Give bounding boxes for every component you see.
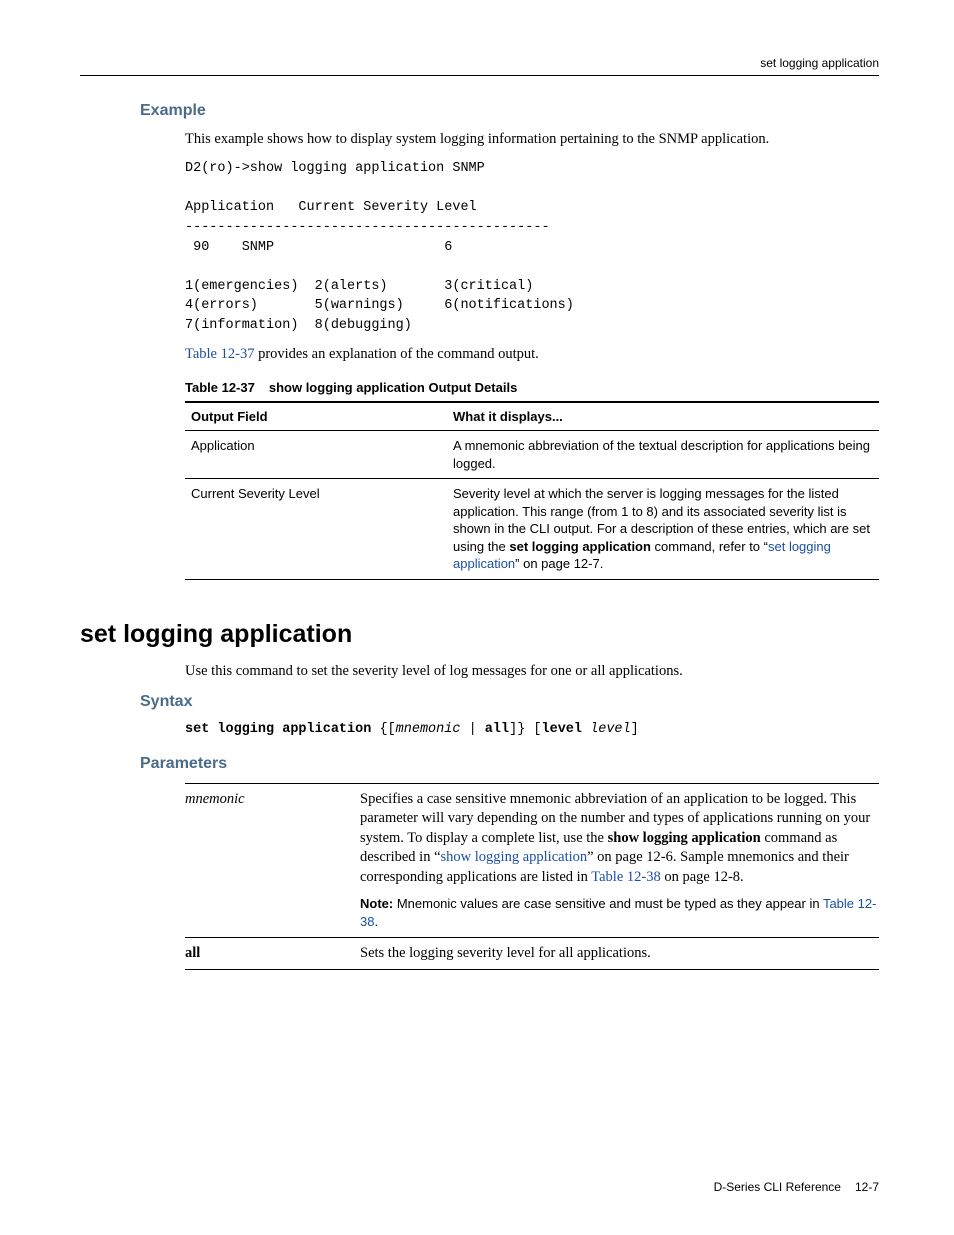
cell-description: A mnemonic abbreviation of the textual d… [447,431,879,479]
table-title: show logging application Output Details [269,380,517,395]
table-12-38-link[interactable]: Table 12-38 [591,869,660,885]
cell-output-field: Application [185,431,447,479]
table-header-field: Output Field [185,402,447,431]
cell-description: Severity level at which the server is lo… [447,479,879,580]
table-12-37: Output Field What it displays... Applica… [185,401,879,580]
example-intro: This example shows how to display system… [185,130,879,150]
param-description: Sets the logging severity level for all … [360,937,879,970]
syntax-punct: ]} [ [509,722,541,737]
param-note: Note: Mnemonic values are case sensitive… [360,893,879,937]
syntax-line: set logging application {[mnemonic | all… [185,721,879,739]
example-outro: Table 12-37 provides an explanation of t… [185,345,879,365]
note-label: Note: [360,896,393,911]
syntax-heading: Syntax [140,691,879,713]
param-empty [185,893,360,937]
syntax-keyword: all [485,722,509,737]
footer-doc-title: D-Series CLI Reference [714,1179,841,1195]
param-row-mnemonic: mnemonic Specifies a case sensitive mnem… [185,783,879,893]
table-row: Current Severity Level Severity level at… [185,479,879,580]
param-bold: show logging application [608,830,761,846]
show-logging-application-link[interactable]: show logging application [441,849,588,865]
param-name: mnemonic [185,783,360,893]
parameters-heading: Parameters [140,753,879,775]
param-name: all [185,937,360,970]
cell-text: ” on page 12-7. [515,556,603,571]
table-header-displays: What it displays... [447,402,879,431]
page-footer: D-Series CLI Reference 12-7 [80,1179,879,1195]
syntax-keyword: level [542,722,583,737]
example-outro-text: provides an explanation of the command o… [254,346,538,362]
param-note-row: Note: Mnemonic values are case sensitive… [185,893,879,937]
note-text: Mnemonic values are case sensitive and m… [393,896,823,911]
table-12-37-link[interactable]: Table 12-37 [185,346,254,362]
command-title: set logging application [80,618,879,652]
cell-bold: set logging application [509,539,651,554]
example-cli-output: D2(ro)->show logging application SNMP Ap… [185,159,879,335]
example-heading: Example [140,100,879,122]
table-row: Application A mnemonic abbreviation of t… [185,431,879,479]
table-12-37-caption: Table 12-37 show logging application Outp… [185,379,879,397]
param-row-all: all Sets the logging severity level for … [185,937,879,970]
parameters-table: mnemonic Specifies a case sensitive mnem… [185,783,879,970]
syntax-punct: | [460,722,484,737]
syntax-command: set logging application [185,722,371,737]
param-text: on page 12-8. [661,869,744,885]
cell-output-field: Current Severity Level [185,479,447,580]
syntax-arg: level [590,722,631,737]
note-end: . [374,914,378,929]
running-header: set logging application [80,55,879,76]
syntax-punct: {[ [371,722,395,737]
table-number: Table 12-37 [185,380,255,395]
footer-page-number: 12-7 [855,1179,879,1195]
command-description: Use this command to set the severity lev… [185,662,879,682]
cell-text: command, refer to “ [651,539,768,554]
syntax-arg: mnemonic [396,722,461,737]
param-description: Specifies a case sensitive mnemonic abbr… [360,783,879,893]
syntax-punct: ] [631,722,639,737]
syntax-space [582,722,590,737]
